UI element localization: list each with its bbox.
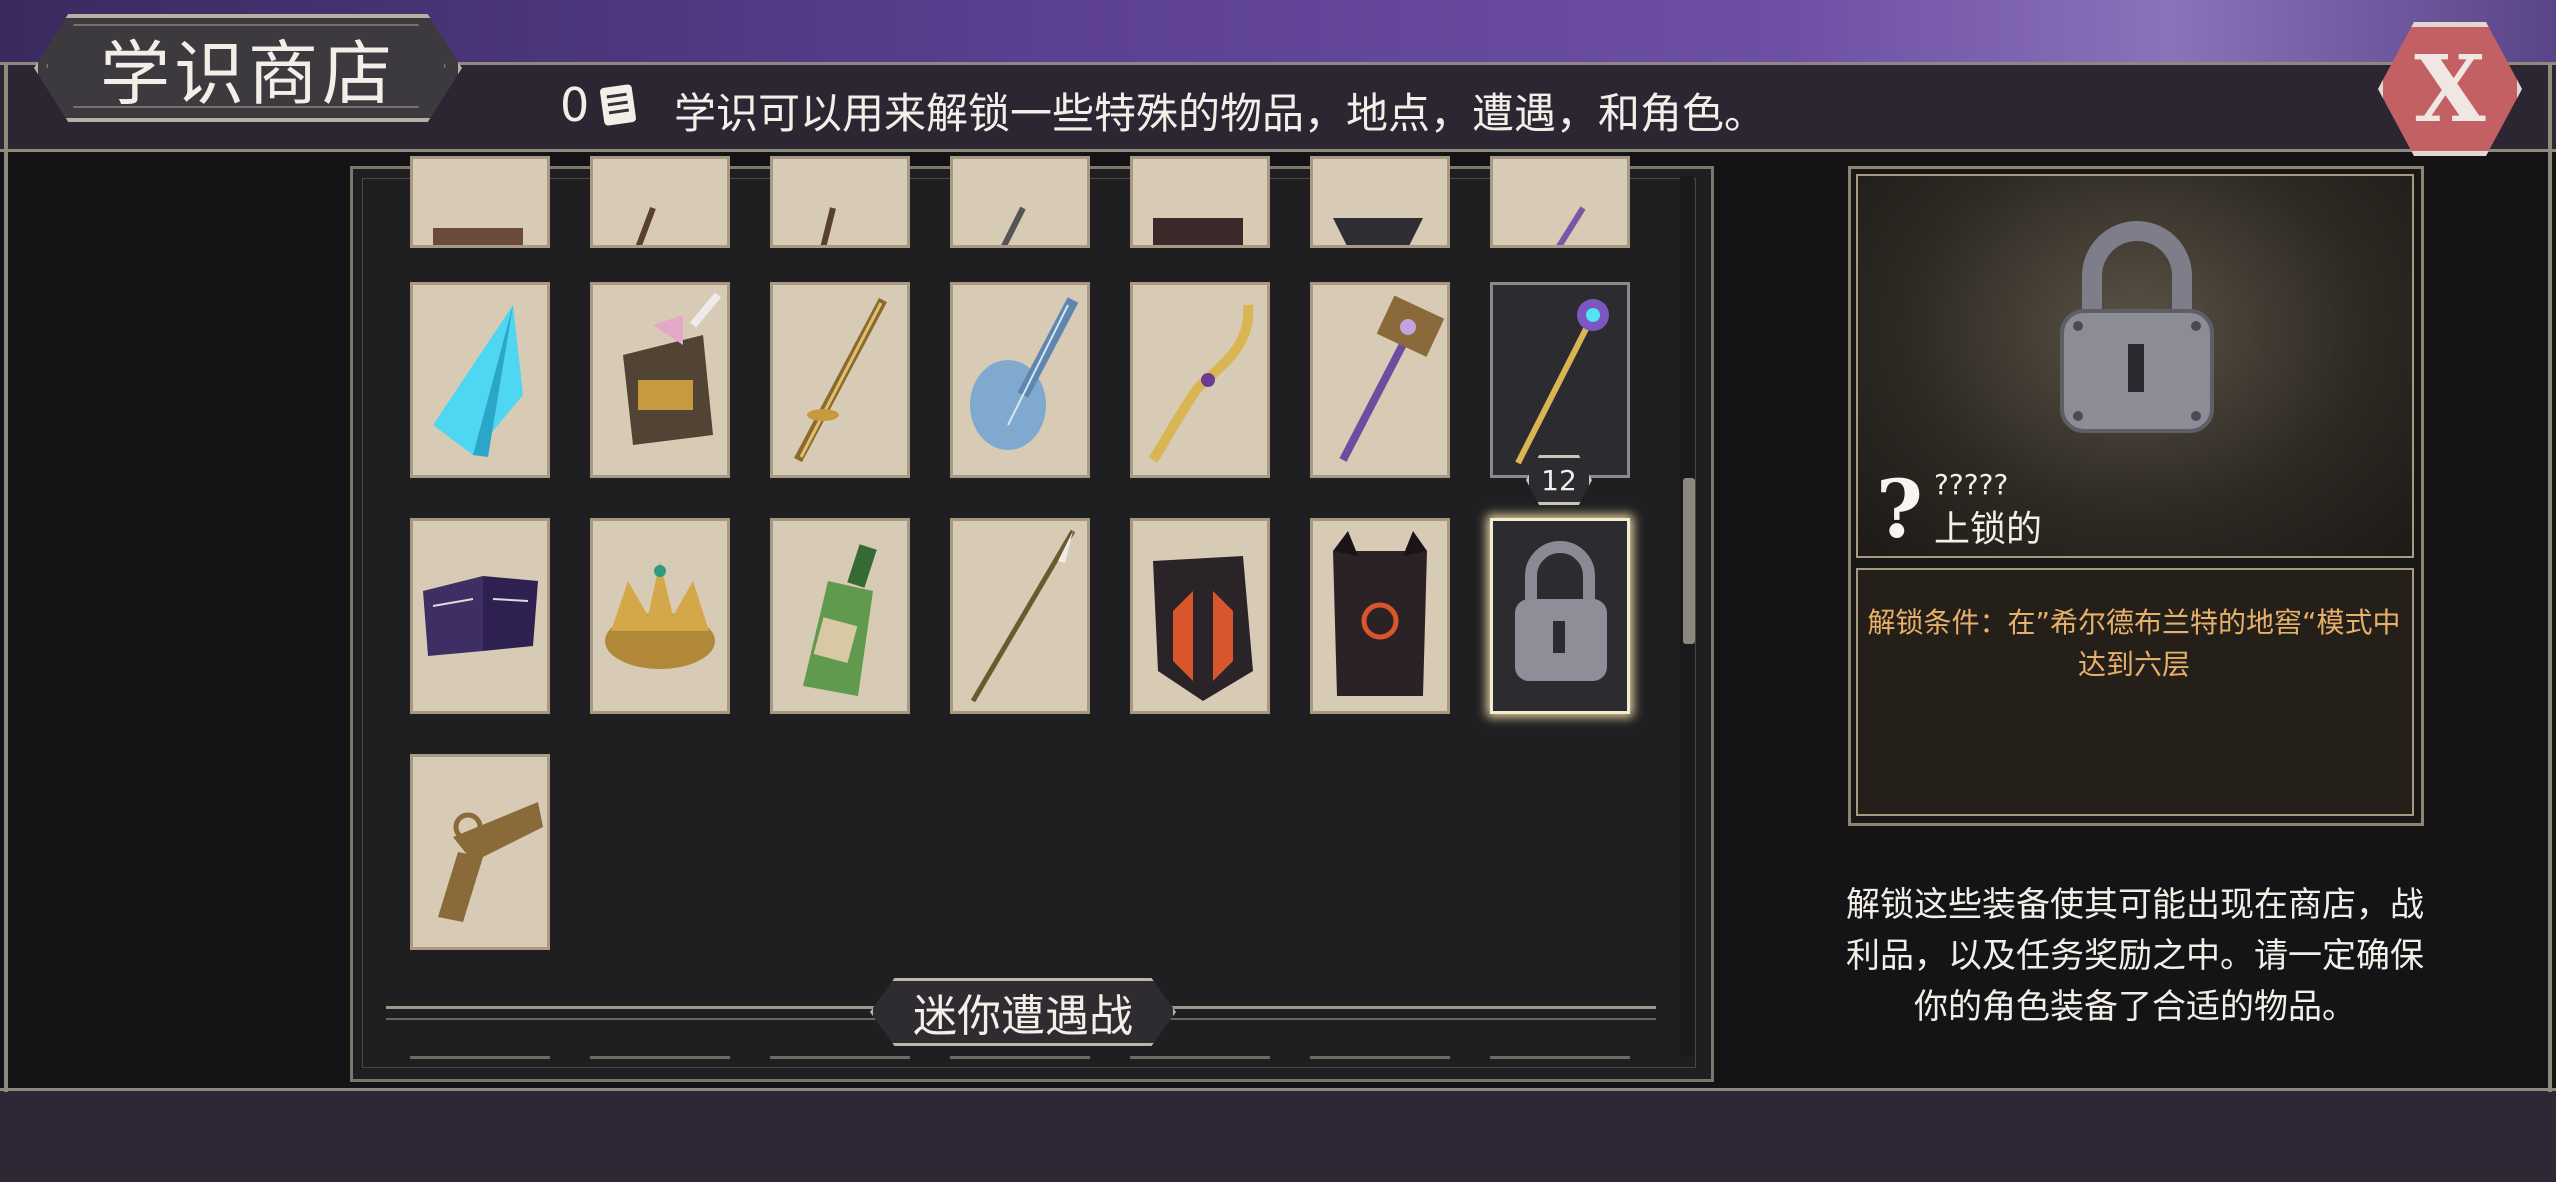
item-card[interactable] xyxy=(590,282,730,478)
item-card[interactable] xyxy=(1490,156,1630,248)
golden-bow-icon xyxy=(1148,304,1254,463)
golden-sword-icon xyxy=(794,297,887,463)
padlock-icon xyxy=(2060,221,2214,433)
cut-off-item-icon xyxy=(1153,218,1243,245)
lore-description: 学识可以用来解锁一些特殊的物品，地点，遭遇，和角色。 xyxy=(674,89,1767,138)
item-card[interactable] xyxy=(410,518,550,714)
item-card[interactable] xyxy=(590,156,730,248)
cut-off-item-icon xyxy=(1333,218,1423,245)
dark-helmet-icon xyxy=(1153,556,1253,701)
item-card[interactable] xyxy=(1130,282,1270,478)
next-row-card-edge xyxy=(950,1056,1090,1059)
cut-off-item-icon xyxy=(635,206,656,245)
item-card[interactable] xyxy=(770,282,910,478)
item-card[interactable] xyxy=(1310,282,1450,478)
flintlock-pistol-icon xyxy=(438,802,543,922)
war-hammer-icon xyxy=(1339,295,1445,462)
next-row-card-edge xyxy=(770,1056,910,1059)
cut-off-item-icon xyxy=(433,228,523,245)
item-card[interactable] xyxy=(410,282,550,478)
item-card[interactable] xyxy=(950,282,1090,478)
item-card[interactable] xyxy=(1490,282,1630,478)
price-badge: 12 xyxy=(1526,455,1592,505)
cut-off-item-icon xyxy=(820,207,836,245)
spell-book-icon xyxy=(423,576,538,656)
frame-left xyxy=(4,62,8,1092)
demon-armor-icon xyxy=(1333,531,1427,696)
item-card[interactable] xyxy=(1130,156,1270,248)
frame-right xyxy=(2548,62,2552,1092)
next-row-card-edge xyxy=(590,1056,730,1059)
unlock-condition: 解锁条件：在”希尔德布兰特的地窖“模式中达到六层 xyxy=(1867,606,2401,681)
item-card[interactable] xyxy=(950,156,1090,248)
section-header: 迷你遭遇战 xyxy=(913,991,1133,1042)
item-card[interactable] xyxy=(410,156,550,248)
next-row-card-edge xyxy=(1310,1056,1450,1059)
next-row-card-edge xyxy=(1490,1056,1630,1059)
cut-off-item-icon xyxy=(1556,206,1586,245)
footer-bar xyxy=(0,1088,2556,1182)
item-status: 上锁的 xyxy=(1934,509,2043,550)
cut-off-item-icon xyxy=(1001,206,1026,245)
item-card[interactable] xyxy=(950,518,1090,714)
bottle-icon xyxy=(803,544,877,696)
crystal-scepter-icon xyxy=(1515,299,1609,465)
item-card[interactable] xyxy=(590,518,730,714)
spear-icon xyxy=(970,529,1076,703)
page-title: 学识商店 xyxy=(100,32,396,115)
unknown-item-icon: ? xyxy=(1876,462,1923,556)
item-name: ????? xyxy=(1934,468,2009,501)
close-icon: X xyxy=(2414,35,2486,143)
item-card-selected[interactable] xyxy=(1490,518,1630,714)
lore-book-icon xyxy=(599,83,637,127)
crystal-drill-icon xyxy=(433,305,523,457)
item-card[interactable] xyxy=(410,754,550,950)
padlock-icon xyxy=(1515,541,1607,681)
item-card[interactable] xyxy=(1310,156,1450,248)
next-row-card-edge xyxy=(410,1056,550,1059)
item-card[interactable] xyxy=(1310,518,1450,714)
blue-lute-icon xyxy=(970,297,1079,450)
item-card[interactable] xyxy=(770,156,910,248)
jeweled-crown-icon xyxy=(605,561,715,669)
unicorn-helmet-icon xyxy=(623,292,722,445)
lore-count: 0 xyxy=(560,78,590,132)
item-card[interactable] xyxy=(1130,518,1270,714)
scrollbar-thumb[interactable] xyxy=(1683,478,1695,644)
next-row-card-edge xyxy=(1130,1056,1270,1059)
item-card[interactable] xyxy=(770,518,910,714)
info-text: 解锁这些装备使其可能出现在商店，战利品，以及任务奖励之中。请一定确保你的角色装备… xyxy=(1846,885,2424,1027)
